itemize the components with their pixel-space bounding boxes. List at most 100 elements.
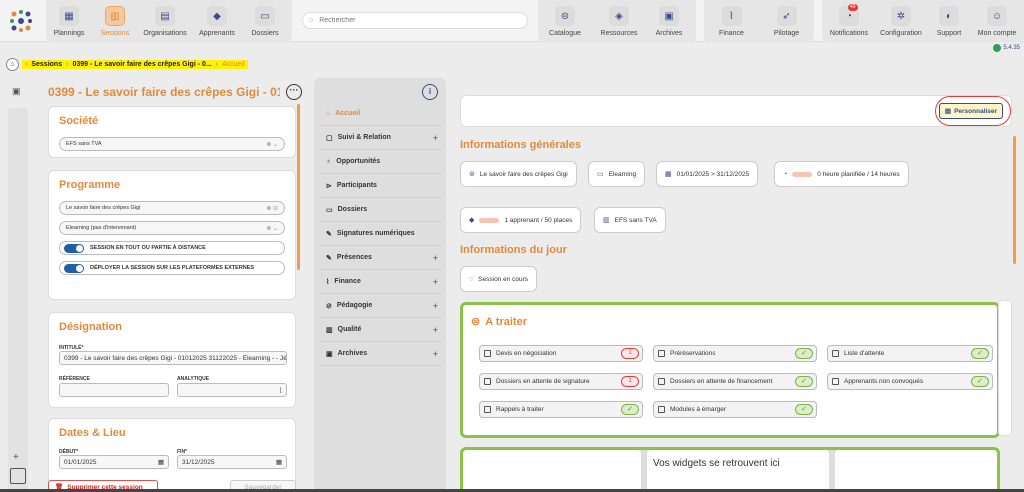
add-icon[interactable]: + xyxy=(13,452,19,463)
task-label: Préréservations xyxy=(670,350,716,357)
menu-suivi-relation[interactable]: ▢ Suivi & Relation + xyxy=(320,126,442,150)
menu-finance[interactable]: ⌇ Finance + xyxy=(320,270,442,294)
info-icon[interactable]: i xyxy=(422,84,438,100)
menu-pedagogie[interactable]: ⊘ Pédagogie + xyxy=(320,294,442,318)
clear-chevron-icon[interactable]: ⊗ ⌄ xyxy=(266,141,278,148)
nav-notifications[interactable]: ◔ 49 Notifications xyxy=(822,0,876,42)
chip-apprenants[interactable]: ◆ 1 apprenant / 50 places xyxy=(460,207,582,233)
nav-finance[interactable]: ⌇ Finance xyxy=(704,0,759,42)
menu-accueil[interactable]: ⌂ Accueil xyxy=(320,102,442,126)
menu-participants[interactable]: ⊳ Participants xyxy=(320,174,442,198)
nav-pilotage[interactable]: ➶ Pilotage xyxy=(759,0,814,42)
section-info-jour: Informations du jour xyxy=(460,244,567,256)
task-devis-negociation[interactable]: Devis en négociation 1 xyxy=(479,345,643,362)
clear-open-icon[interactable]: ⊗ ⊙ xyxy=(266,205,278,212)
widget-slot[interactable] xyxy=(835,450,997,492)
main-scrollbar[interactable] xyxy=(1013,136,1016,264)
menu-label: Archives xyxy=(337,350,368,357)
menu-opportunites[interactable]: ♁ Opportunités xyxy=(320,150,442,174)
task-liste-attente[interactable]: Liste d'attente ✓ xyxy=(827,345,993,362)
clear-chevron-icon[interactable]: ⊗ ⌄ xyxy=(266,225,278,232)
chip-modalite[interactable]: ▭ Elearning xyxy=(588,161,646,187)
plus-icon[interactable]: + xyxy=(433,301,438,311)
search-bar[interactable]: ○ xyxy=(302,12,528,29)
nav-support[interactable]: ◐ Support xyxy=(926,0,972,42)
rocket-icon: ➶ xyxy=(776,6,797,26)
card-heading: Société xyxy=(59,115,99,127)
type-select[interactable]: Elearning (pas d'intervenant) ⊗ ⌄ xyxy=(59,221,285,235)
personnaliser-button[interactable]: ▤ Personnaliser xyxy=(939,103,1003,119)
nav-plannings[interactable]: ▦ Plannings xyxy=(46,0,92,42)
widget-slot[interactable] xyxy=(647,450,829,492)
nav-label: Dossiers xyxy=(251,30,279,37)
menu-label: Opportunités xyxy=(336,158,381,165)
calendar-icon[interactable]: ▦ xyxy=(158,458,164,466)
chip-dates[interactable]: ▦ 01/01/2025 > 31/12/2025 xyxy=(656,161,759,187)
pedagogy-icon: ⊘ xyxy=(326,302,332,310)
sync-icon xyxy=(993,44,1002,52)
task-prereservations[interactable]: Préréservations ✓ xyxy=(653,345,817,362)
nav-ressources[interactable]: ◈ Ressources xyxy=(592,0,646,42)
nav-catalogue[interactable]: ⊜ Catalogue xyxy=(538,0,592,42)
panel-toggle-icon[interactable]: ▣ xyxy=(12,86,24,98)
task-dossiers-financement[interactable]: Dossiers en attente de financement ✓ xyxy=(653,373,817,390)
chat-icon: ▢ xyxy=(326,134,333,142)
plus-icon[interactable]: + xyxy=(433,325,438,335)
analytique-input[interactable]: ⌊ xyxy=(177,383,287,397)
nav-sessions[interactable]: ▥ Sessions xyxy=(92,0,138,42)
menu-dossiers[interactable]: ▭ Dossiers xyxy=(320,198,442,222)
menu-archives[interactable]: ▣ Archives + xyxy=(320,342,442,366)
more-options-icon[interactable]: ··· xyxy=(286,84,302,100)
button-label: Personnaliser xyxy=(954,107,998,115)
toggle-switch[interactable] xyxy=(64,243,84,253)
breadcrumb: ⌂ › Sessions › 0399 - Le savoir faire de… xyxy=(6,57,248,71)
task-apprenants-non-convoques[interactable]: Apprenants non convoqués ✓ xyxy=(827,373,993,390)
societe-select[interactable]: EFS sans TVA ⊗ ⌄ xyxy=(59,137,285,151)
task-modules-emarger[interactable]: Modules à émarger ✓ xyxy=(653,401,817,418)
debut-input[interactable]: 01/01/2025 ▦ xyxy=(59,455,169,469)
toggle-switch[interactable] xyxy=(64,263,84,273)
chip-text: 01/01/2025 > 31/12/2025 xyxy=(676,170,750,178)
widget-slot[interactable] xyxy=(463,450,641,492)
calendar-icon[interactable]: ▦ xyxy=(276,458,282,466)
fin-input[interactable]: 31/12/2025 ▦ xyxy=(177,455,287,469)
plus-icon[interactable]: + xyxy=(433,277,438,287)
nav-apprenants[interactable]: ◆ Apprenants xyxy=(192,0,242,42)
calendar-icon: ▦ xyxy=(59,6,79,26)
breadcrumb-session[interactable]: 0399 - Le savoir faire des crêpes Gigi -… xyxy=(72,61,211,68)
menu-presences[interactable]: ✎ Présences + xyxy=(320,246,442,270)
formation-select[interactable]: Le savoir faire des crêpes Gigi ⊗ ⊙ xyxy=(59,201,285,215)
plus-icon[interactable]: + xyxy=(433,349,438,359)
task-dossiers-signature[interactable]: Dossiers en attente de signature 1 xyxy=(479,373,643,390)
plus-icon[interactable]: + xyxy=(433,133,438,143)
nav-dossiers[interactable]: ▭ Dossiers xyxy=(242,0,288,42)
app-logo[interactable] xyxy=(8,8,34,34)
plus-icon[interactable]: + xyxy=(433,253,438,263)
chip-societe[interactable]: ▥ EFS sans TVA xyxy=(594,207,666,233)
notebook-icon[interactable] xyxy=(10,468,26,484)
menu-qualite[interactable]: ▥ Qualité + xyxy=(320,318,442,342)
chip-heures[interactable]: ◔ 0 heure planifiée / 14 heures xyxy=(774,161,909,187)
task-icon xyxy=(832,350,839,357)
menu-signatures[interactable]: ✎ Signatures numériques xyxy=(320,222,442,246)
reference-input[interactable] xyxy=(59,383,169,397)
nav-configuration[interactable]: ✲ Configuration xyxy=(876,0,926,42)
home-icon[interactable]: ⌂ xyxy=(6,57,19,71)
nav-archives[interactable]: ▣ Archives xyxy=(646,0,692,42)
chip-session-status[interactable]: ◌ Session en cours xyxy=(460,266,538,292)
book-icon: ▥ xyxy=(105,6,125,26)
nav-mon-compte[interactable]: ☺ Mon compte xyxy=(972,0,1022,42)
task-rappels[interactable]: Rappels à traiter ✓ xyxy=(479,401,643,418)
session-menu-panel: i ⌂ Accueil ▢ Suivi & Relation + ♁ Opportuni… xyxy=(314,78,446,492)
search-input[interactable] xyxy=(319,17,500,24)
form-scrollbar[interactable] xyxy=(297,104,300,270)
breadcrumb-sessions[interactable]: Sessions xyxy=(31,61,62,68)
nav-label: Ressources xyxy=(600,30,638,37)
analytics-icon[interactable]: ⌊ xyxy=(279,386,282,394)
nav-organisations[interactable]: ▤ Organisations xyxy=(138,0,192,42)
toggle-distance[interactable]: SESSION EN TOUT OU PARTIE À DISTANCE xyxy=(59,241,285,255)
chip-formation[interactable]: ⊜ Le savoir faire des crêpes Gigi xyxy=(460,161,577,187)
card-heading: Désignation xyxy=(59,321,122,333)
toggle-external-platforms[interactable]: DÉPLOYER LA SESSION SUR LES PLATEFORMES … xyxy=(59,261,285,275)
intitule-input[interactable]: 0399 - Le savoir faire des crêpes Gigi -… xyxy=(59,351,287,365)
